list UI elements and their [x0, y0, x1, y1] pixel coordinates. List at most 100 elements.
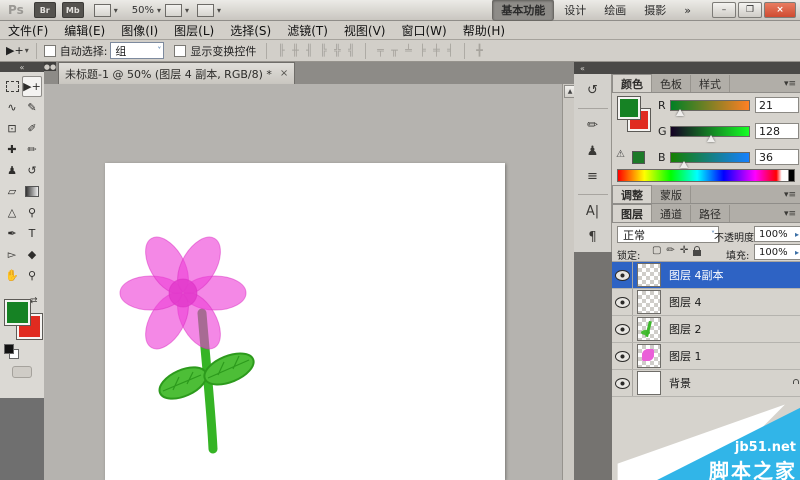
- eraser-tool[interactable]: ▱: [2, 181, 22, 202]
- layer-thumbnail[interactable]: [637, 371, 661, 395]
- marquee-tool[interactable]: [2, 76, 22, 97]
- green-slider[interactable]: [670, 126, 750, 137]
- menu-view[interactable]: 视图(V): [344, 22, 386, 39]
- panel-dock-header[interactable]: «: [574, 62, 800, 74]
- layer-name[interactable]: 背景: [669, 375, 691, 391]
- panel-menu-icon[interactable]: ▾≡: [784, 79, 796, 89]
- dodge-tool[interactable]: ⚲: [22, 202, 42, 223]
- menu-select[interactable]: 选择(S): [230, 22, 271, 39]
- distribute-left-icon[interactable]: ╞: [415, 44, 429, 57]
- auto-select-dropdown[interactable]: 组 ˅: [110, 42, 164, 59]
- align-hcenter-icon[interactable]: ╬: [330, 44, 344, 57]
- history-panel-icon[interactable]: ↺: [580, 80, 606, 102]
- menu-image[interactable]: 图像(I): [121, 22, 158, 39]
- eyedropper-tool[interactable]: ✐: [22, 118, 42, 139]
- layer-thumbnail[interactable]: [637, 317, 661, 341]
- layer-comps-panel-icon[interactable]: ≡: [580, 166, 606, 188]
- clone-stamp-tool[interactable]: ♟: [2, 160, 22, 181]
- color-spectrum-bar[interactable]: [617, 169, 795, 182]
- layer-row-layer1[interactable]: 图层 1: [612, 343, 800, 370]
- align-vcenter-icon[interactable]: ╫: [288, 44, 302, 57]
- visibility-eye-icon[interactable]: [615, 270, 630, 281]
- menu-file[interactable]: 文件(F): [8, 22, 48, 39]
- clone-source-panel-icon[interactable]: ♟: [580, 140, 606, 162]
- distribute-hcenter-icon[interactable]: ╪: [429, 44, 443, 57]
- menu-edit[interactable]: 编辑(E): [64, 22, 105, 39]
- layer-thumbnail[interactable]: [637, 263, 661, 287]
- canvas[interactable]: [105, 163, 505, 480]
- show-transform-checkbox[interactable]: [174, 45, 186, 57]
- web-color-swatch[interactable]: [632, 151, 645, 164]
- minimize-button[interactable]: –: [712, 2, 736, 18]
- blue-slider[interactable]: [670, 152, 750, 163]
- lasso-tool[interactable]: ∿: [2, 97, 22, 118]
- brush-panel-icon[interactable]: ✏: [580, 115, 606, 137]
- hand-tool[interactable]: ✋: [2, 265, 22, 286]
- green-slider-thumb[interactable]: [707, 135, 715, 142]
- brush-tool[interactable]: ✏: [22, 139, 42, 160]
- tab-overflow-icon[interactable]: ●●: [44, 62, 56, 71]
- foreground-color-swatch[interactable]: [5, 300, 30, 325]
- distribute-vcenter-icon[interactable]: ╥: [387, 44, 401, 57]
- path-selection-tool[interactable]: ▻: [2, 244, 22, 265]
- layer-row-background[interactable]: 背景: [612, 370, 800, 397]
- menu-window[interactable]: 窗口(W): [401, 22, 446, 39]
- visibility-eye-icon[interactable]: [615, 324, 630, 335]
- character-panel-icon[interactable]: A|: [580, 201, 606, 223]
- type-tool[interactable]: T: [22, 223, 42, 244]
- healing-brush-tool[interactable]: ✚: [2, 139, 22, 160]
- layer-thumbnail[interactable]: [637, 290, 661, 314]
- layer-row-layer4-copy[interactable]: 图层 4副本: [612, 262, 800, 289]
- document-tab[interactable]: 未标题-1 @ 50% (图层 4 副本, RGB/8) * ×: [58, 62, 295, 84]
- blue-value-input[interactable]: 36: [755, 149, 799, 165]
- lock-transparent-icon[interactable]: ▢: [652, 245, 661, 256]
- pen-tool[interactable]: ✒: [2, 223, 22, 244]
- panel-menu-icon[interactable]: ▾≡: [784, 209, 796, 219]
- distribute-top-icon[interactable]: ╤: [373, 44, 387, 57]
- auto-select-checkbox[interactable]: [44, 45, 56, 57]
- lock-all-icon[interactable]: [693, 250, 701, 256]
- tab-color[interactable]: 颜色: [612, 74, 652, 92]
- tab-layers[interactable]: 图层: [612, 204, 652, 222]
- quick-mask-button[interactable]: [12, 366, 32, 378]
- gradient-tool[interactable]: [22, 181, 42, 202]
- lock-move-icon[interactable]: ✛: [680, 245, 688, 256]
- arrange-documents-button[interactable]: ▾: [165, 3, 189, 17]
- blur-tool[interactable]: △: [2, 202, 22, 223]
- swap-colors-icon[interactable]: ⇄: [30, 296, 38, 306]
- zoom-tool[interactable]: ⚲: [22, 265, 42, 286]
- tab-styles[interactable]: 样式: [691, 75, 730, 92]
- paragraph-panel-icon[interactable]: ¶: [580, 226, 606, 248]
- layer-name[interactable]: 图层 2: [669, 321, 702, 337]
- visibility-eye-icon[interactable]: [615, 297, 630, 308]
- red-slider-thumb[interactable]: [676, 109, 684, 116]
- auto-align-layers-icon[interactable]: ╋: [472, 44, 486, 57]
- workspace-design-button[interactable]: 设计: [556, 0, 594, 20]
- distribute-bottom-icon[interactable]: ╧: [401, 44, 415, 57]
- green-value-input[interactable]: 128: [755, 123, 799, 139]
- tab-adjustments[interactable]: 调整: [612, 185, 652, 203]
- move-tool[interactable]: ▶+: [22, 76, 42, 97]
- toolbar-collapse-header[interactable]: «: [0, 62, 44, 72]
- visibility-eye-icon[interactable]: [615, 378, 630, 389]
- crop-tool[interactable]: ⊡: [2, 118, 22, 139]
- history-brush-tool[interactable]: ↺: [22, 160, 42, 181]
- close-document-icon[interactable]: ×: [280, 68, 288, 79]
- opacity-input[interactable]: 100% ▸: [754, 226, 800, 242]
- layer-row-layer2[interactable]: 图层 2: [612, 316, 800, 343]
- quick-selection-tool[interactable]: ✎: [22, 97, 42, 118]
- align-left-icon[interactable]: ╠: [316, 44, 330, 57]
- layer-name[interactable]: 图层 4: [669, 294, 702, 310]
- menu-filter[interactable]: 滤镜(T): [287, 22, 328, 39]
- workspace-essentials-button[interactable]: 基本功能: [492, 0, 554, 21]
- foreground-color-swatch[interactable]: [618, 97, 640, 119]
- tab-channels[interactable]: 通道: [652, 205, 691, 222]
- view-extras-button[interactable]: ▾: [94, 3, 118, 17]
- layer-thumbnail[interactable]: [637, 344, 661, 368]
- panel-menu-icon[interactable]: ▾≡: [784, 190, 796, 200]
- fill-input[interactable]: 100% ▸: [754, 244, 800, 260]
- menu-help[interactable]: 帮助(H): [463, 22, 505, 39]
- restore-button[interactable]: ❐: [738, 2, 762, 18]
- lock-paint-icon[interactable]: ✏: [666, 245, 674, 256]
- workspace-paint-button[interactable]: 绘画: [596, 0, 634, 20]
